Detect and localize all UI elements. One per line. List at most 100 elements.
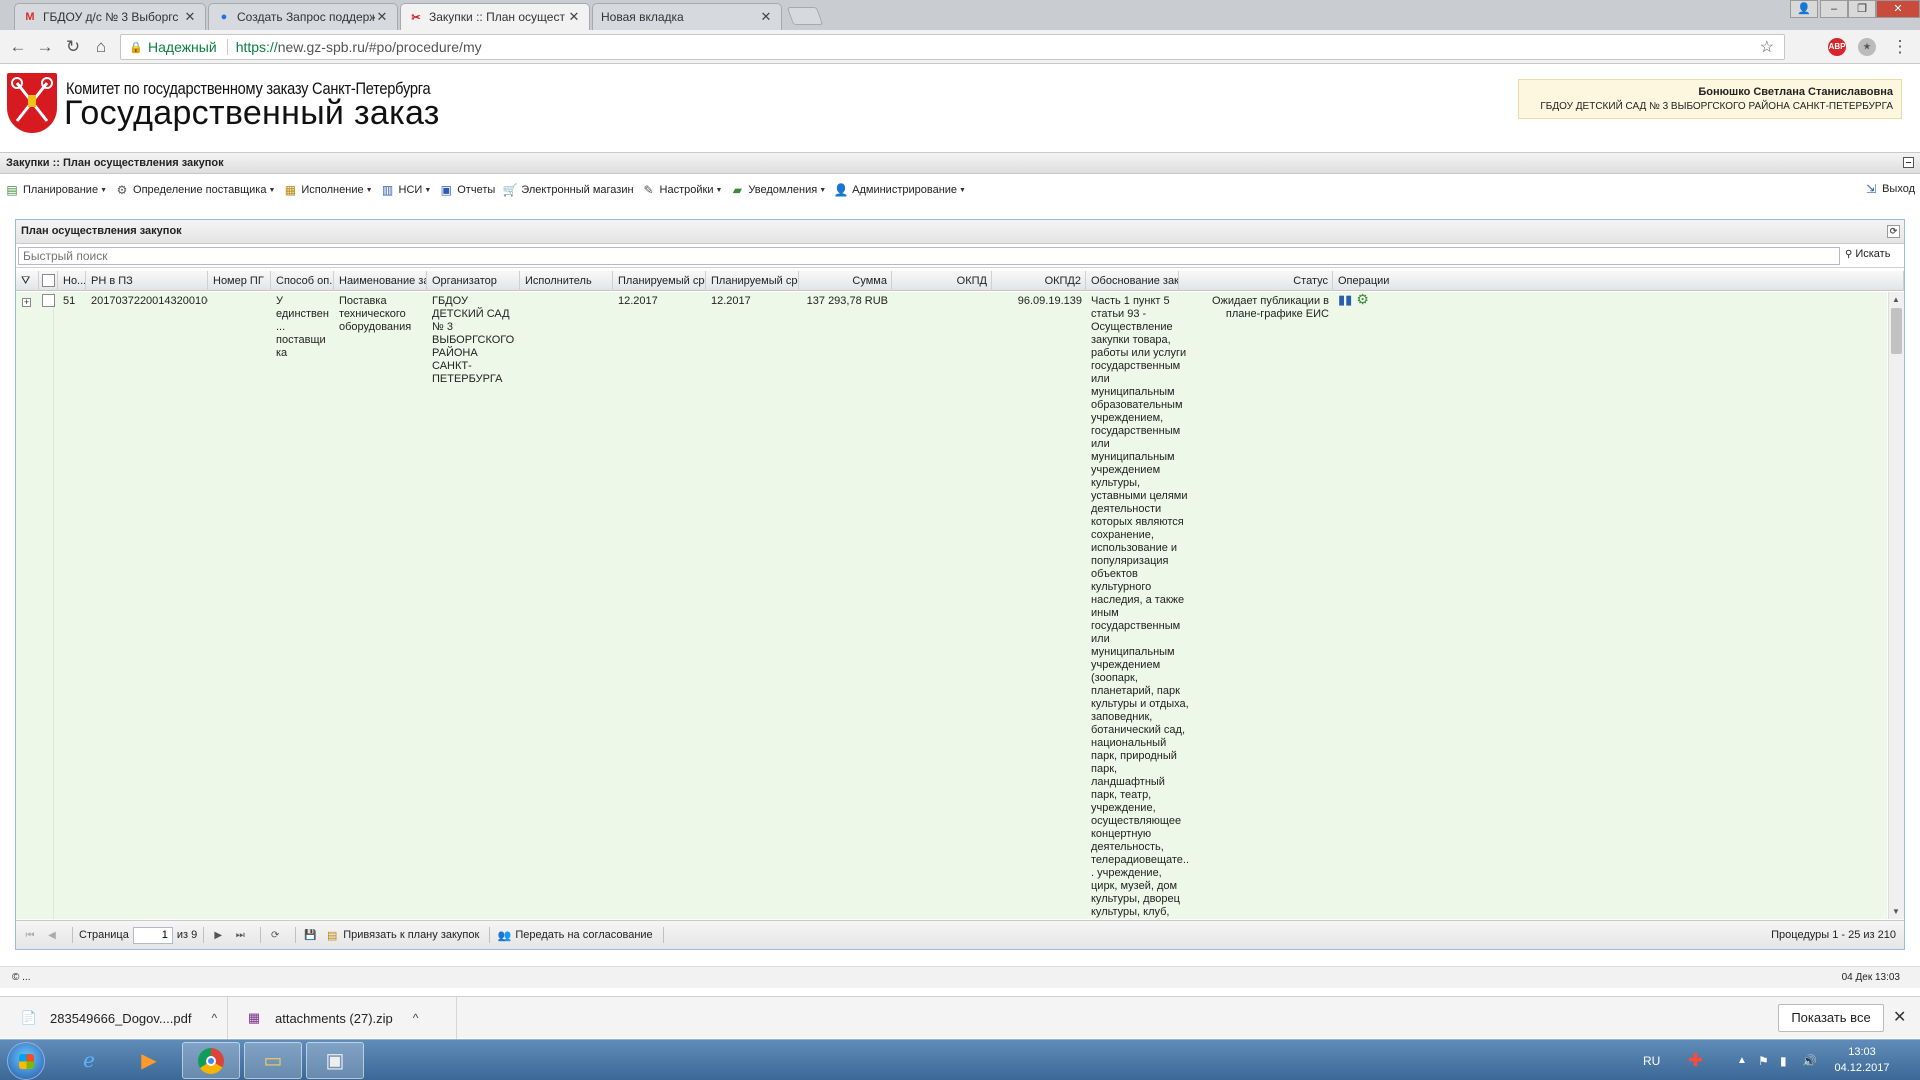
refresh-icon[interactable]: ⟳ — [1887, 225, 1900, 238]
chevron-down-icon: ▼ — [819, 186, 827, 194]
restore-button[interactable]: ❐ — [1848, 0, 1876, 18]
col-executor[interactable]: Исполнитель — [520, 271, 613, 291]
chevron-down-icon: ▼ — [365, 186, 373, 194]
menu-shop[interactable]: 🛒 Электронный магазин — [502, 182, 634, 198]
col-sum[interactable]: Сумма — [799, 271, 892, 291]
divider — [489, 927, 491, 943]
scroll-up-icon[interactable]: ▲ — [1892, 295, 1900, 304]
col-rn[interactable]: РН в ПЗ — [86, 271, 208, 291]
menu-label: Электронный магазин — [521, 184, 634, 196]
menu-admin[interactable]: 👤 Администрирование ▼ — [833, 182, 966, 198]
close-icon[interactable]: ✕ — [183, 9, 197, 25]
chevron-up-icon[interactable]: ^ — [413, 1011, 419, 1025]
prev-page-icon[interactable]: ◀ — [44, 927, 60, 943]
close-icon[interactable]: ✕ — [759, 9, 773, 25]
system-clock[interactable]: 13:03 04.12.2017 — [1822, 1044, 1902, 1076]
menu-settings[interactable]: ✎ Настройки ▼ — [641, 182, 723, 198]
col-organizer[interactable]: Организатор — [427, 271, 520, 291]
col-plan-date-2[interactable]: Планируемый сро... — [706, 271, 799, 291]
search-button-label: Искать — [1855, 248, 1891, 260]
col-status[interactable]: Статус — [1179, 271, 1333, 291]
antivirus-icon[interactable]: ✚ — [1688, 1040, 1703, 1080]
browser-tab-support[interactable]: ● Создать Запрос поддерж ✕ — [208, 3, 398, 30]
search-row: ⚲ Искать — [16, 244, 1904, 268]
start-button[interactable] — [7, 1042, 45, 1080]
tab-title: Новая вкладка — [601, 10, 684, 24]
browser-tab-new[interactable]: Новая вкладка ✕ — [592, 3, 782, 30]
chrome-icon[interactable] — [182, 1042, 240, 1079]
address-bar[interactable]: 🔒 Надежный https:// new.gz-spb.ru/#po/pr… — [120, 34, 1785, 60]
ie-icon[interactable]: ℯ — [60, 1042, 118, 1079]
last-page-icon[interactable]: ⏭ — [232, 927, 248, 943]
vertical-scrollbar[interactable]: ▲ ▼ — [1888, 292, 1904, 919]
quick-search-input[interactable] — [18, 247, 1840, 265]
adblock-icon[interactable]: ABP — [1828, 38, 1846, 56]
close-icon[interactable]: ✕ — [1893, 1007, 1906, 1027]
send-for-approval-button[interactable]: 👥 Передать на согласование — [496, 927, 652, 943]
browser-tab-gmail[interactable]: M ГБДОУ д/с № 3 Выборгс ✕ — [14, 3, 206, 30]
tray-expand-icon[interactable]: ▲ — [1737, 1040, 1747, 1080]
collapse-icon[interactable] — [1903, 157, 1914, 168]
close-icon[interactable]: ✕ — [375, 9, 389, 25]
menu-notifications[interactable]: ▰ Уведомления ▼ — [729, 182, 826, 198]
save-icon[interactable]: 💾 — [302, 927, 318, 943]
chevron-up-icon[interactable]: ^ — [211, 1011, 217, 1025]
menu-reference[interactable]: ▥ НСИ ▼ — [380, 182, 431, 198]
cell-rn: 20170372200143200100​0... — [91, 295, 208, 307]
explorer-icon[interactable]: ▭ — [244, 1042, 302, 1079]
col-plan-date-1[interactable]: Планируемый сро... — [613, 271, 706, 291]
gear-icon[interactable]: ⚙ — [1356, 292, 1369, 306]
extension-icon[interactable]: ★ — [1858, 38, 1876, 56]
select-all-checkbox[interactable] — [39, 271, 58, 291]
language-indicator[interactable]: RU — [1643, 1040, 1660, 1080]
menu-execution[interactable]: ▦ Исполнение ▼ — [282, 182, 373, 198]
window-close-button[interactable]: ✕ — [1876, 0, 1920, 18]
profile-icon[interactable]: 👤 — [1790, 0, 1818, 18]
minimize-button[interactable]: – — [1820, 0, 1848, 18]
col-okpd[interactable]: ОКПД — [892, 271, 992, 291]
logout-button[interactable]: ⇲ Выход — [1866, 182, 1915, 196]
expand-row-icon[interactable]: + — [22, 298, 31, 307]
menu-supplier[interactable]: ⚙ Определение поставщика ▼ — [114, 182, 276, 198]
server-datetime: 04 Дек 13:03 — [1841, 972, 1900, 983]
volume-icon[interactable]: 🔊 — [1802, 1040, 1817, 1080]
cell-executor — [520, 292, 613, 295]
chart-icon[interactable]: ▮▮ — [1338, 293, 1352, 306]
col-okpd2[interactable]: ОКПД2 — [992, 271, 1086, 291]
scrollbar-thumb[interactable] — [1891, 308, 1902, 354]
media-player-icon[interactable]: ▶ — [120, 1042, 178, 1079]
menu-reports[interactable]: ▣ Отчеты — [438, 182, 496, 198]
next-page-icon[interactable]: ▶ — [210, 927, 226, 943]
row-checkbox[interactable] — [39, 292, 58, 311]
col-name[interactable]: Наименование за... — [334, 271, 427, 291]
admin-icon: 👤 — [833, 183, 849, 197]
network-icon[interactable]: ▮ — [1780, 1040, 1787, 1080]
forward-icon[interactable]: → — [35, 37, 55, 57]
new-tab-button[interactable] — [786, 7, 824, 25]
download-item-pdf[interactable]: 📄 283549666_Dogov....pdf ^ — [20, 997, 228, 1039]
browser-menu-icon[interactable]: ⋮ — [1890, 37, 1910, 57]
reload-icon[interactable]: ↻ — [63, 37, 83, 57]
browser-tab-procurement[interactable]: ✂ Закупки :: План осущест ✕ — [400, 3, 590, 30]
filter-clear-icon[interactable]: ⛛ — [16, 271, 39, 291]
panel-header: План осуществления закупок ⟳ — [16, 220, 1904, 244]
flag-icon[interactable]: ⚑ — [1758, 1040, 1769, 1080]
back-icon[interactable]: ← — [8, 37, 28, 57]
col-method[interactable]: Способ оп... — [271, 271, 334, 291]
search-button[interactable]: ⚲ Искать — [1845, 248, 1890, 260]
scroll-down-icon[interactable]: ▼ — [1892, 907, 1900, 916]
col-number[interactable]: Но... — [58, 271, 86, 291]
refresh-icon[interactable]: ⟳ — [267, 927, 283, 943]
col-justification[interactable]: Обоснование зак... — [1086, 271, 1179, 291]
remote-desktop-icon[interactable]: ▣ — [306, 1042, 364, 1079]
home-icon[interactable]: ⌂ — [91, 37, 111, 57]
menu-planning[interactable]: ▤ Планирование ▼ — [4, 182, 107, 198]
close-icon[interactable]: ✕ — [567, 9, 581, 25]
col-pg-number[interactable]: Номер ПГ — [208, 271, 271, 291]
show-all-downloads-button[interactable]: Показать все — [1778, 1004, 1884, 1032]
bookmark-star-icon[interactable]: ☆ — [1760, 37, 1774, 57]
bind-to-plan-button[interactable]: ▤ Привязать к плану закупок — [324, 927, 479, 943]
download-item-zip[interactable]: ▦ attachments (27).zip ^ — [245, 997, 457, 1039]
first-page-icon[interactable]: ⏮ — [22, 927, 38, 943]
page-number-input[interactable] — [132, 926, 173, 944]
